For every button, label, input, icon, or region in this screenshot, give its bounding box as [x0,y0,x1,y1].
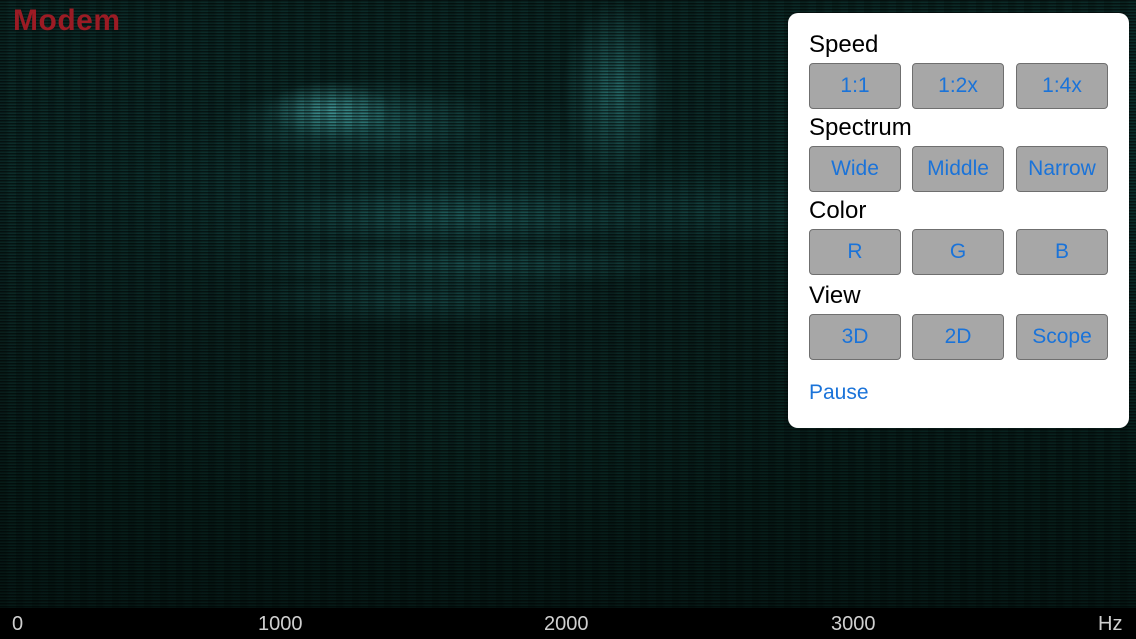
color-b-button[interactable]: B [1016,229,1108,275]
freq-label-0: 0 [12,613,24,635]
spectrum-wide-button[interactable]: Wide [809,146,901,192]
settings-panel: Speed 1:1 1:2x 1:4x Spectrum Wide Middle… [788,13,1129,428]
speed-title: Speed [809,31,879,58]
modem-screen: Modem 0 1000 2000 3000 Hz Speed 1:1 1:2x… [0,0,1136,639]
spectrum-title: Spectrum [809,114,912,141]
speed-1-4x-button[interactable]: 1:4x [1016,63,1108,109]
view-title: View [809,282,861,309]
color-title: Color [809,197,867,224]
view-2d-button[interactable]: 2D [912,314,1004,360]
pause-button[interactable]: Pause [809,381,869,405]
freq-unit-label: Hz [1098,613,1123,635]
app-title: Modem [13,4,121,37]
speed-1-2x-button[interactable]: 1:2x [912,63,1004,109]
spectrum-button-row: Wide Middle Narrow [809,146,1108,192]
color-g-button[interactable]: G [912,229,1004,275]
speed-1-1-button[interactable]: 1:1 [809,63,901,109]
view-3d-button[interactable]: 3D [809,314,901,360]
frequency-axis: 0 1000 2000 3000 Hz [0,608,1136,639]
freq-label-1000: 1000 [258,613,303,635]
freq-label-3000: 3000 [831,613,876,635]
freq-label-2000: 2000 [544,613,589,635]
speed-button-row: 1:1 1:2x 1:4x [809,63,1108,109]
view-button-row: 3D 2D Scope [809,314,1108,360]
spectrum-narrow-button[interactable]: Narrow [1016,146,1108,192]
color-r-button[interactable]: R [809,229,901,275]
view-scope-button[interactable]: Scope [1016,314,1108,360]
spectrum-middle-button[interactable]: Middle [912,146,1004,192]
color-button-row: R G B [809,229,1108,275]
